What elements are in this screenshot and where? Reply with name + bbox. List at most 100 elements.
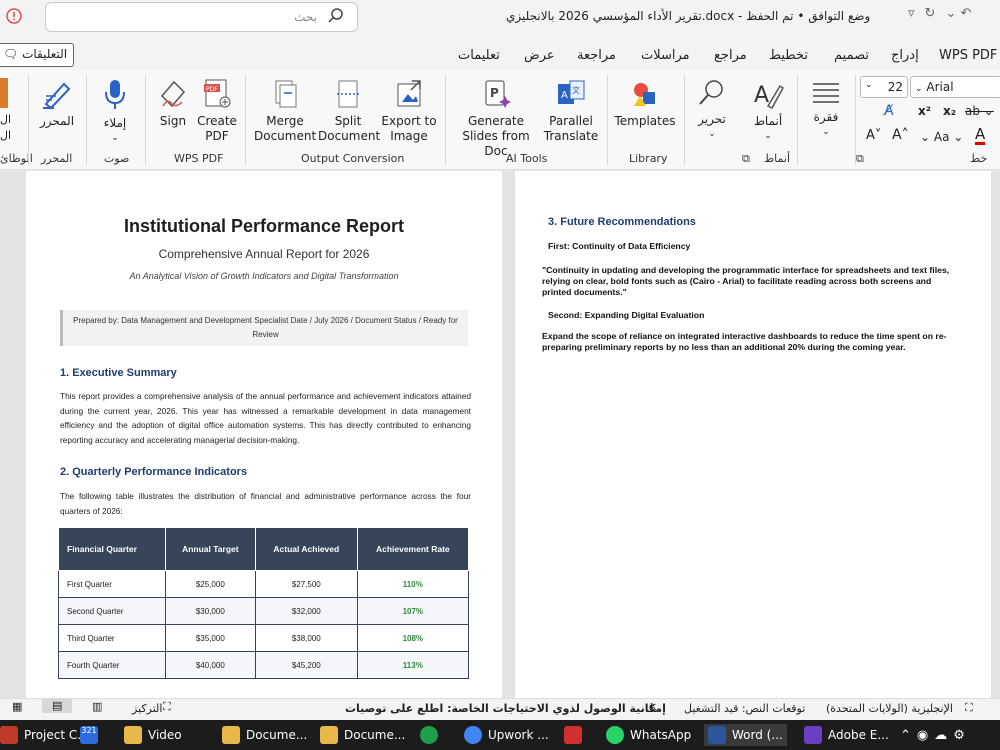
tab-wps-pdf[interactable]: WPS PDF: [939, 48, 997, 63]
create-pdf-button[interactable]: PDF Create PDF: [197, 78, 237, 144]
document-title[interactable]: تقرير الأداء المؤسسي 2026 بالانجليزي.doc…: [506, 9, 870, 23]
parallel-translate-label: Parallel Translate: [543, 114, 599, 143]
report-tagline: An Analytical Vision of Growth Indicator…: [129, 271, 399, 281]
system-tray[interactable]: ⌃ ◉ ☁ ⚙: [900, 724, 965, 746]
sign-button[interactable]: Sign: [156, 78, 190, 129]
accessibility-status[interactable]: إمكانية الوصول لذوي الاحتياجات الخاصة: ا…: [345, 702, 666, 715]
styles-launcher-icon[interactable]: ⧉: [742, 152, 750, 166]
taskbar-item-documents[interactable]: Docume...: [222, 724, 307, 746]
superscript-icon[interactable]: x²: [918, 104, 931, 119]
change-case-icon[interactable]: ⌄ Aa ⌄: [920, 130, 963, 145]
comments-label: التعليقات: [22, 47, 68, 61]
document-page-1[interactable]: Institutional Performance Report Compreh…: [26, 171, 502, 698]
edit-button[interactable]: تحرير ⌄: [692, 78, 732, 142]
font-name-select[interactable]: ⌄ Arial: [910, 76, 1000, 98]
clear-formatting-icon[interactable]: A̸: [884, 104, 894, 119]
warning-icon[interactable]: [6, 8, 22, 28]
recommendation-first-heading: First: Continuity of Data Efficiency: [548, 241, 691, 251]
create-pdf-icon: PDF: [204, 79, 231, 108]
dictate-label: إملاء: [103, 116, 127, 130]
merge-document-button[interactable]: Merge Document: [254, 78, 316, 144]
find-icon: [699, 80, 723, 105]
text-predictions-status[interactable]: توقعات النص: قيد التشغيل: [684, 702, 805, 715]
table-cell: $30,000: [164, 597, 256, 625]
partial-icon: [0, 78, 8, 108]
microphone-icon: [105, 80, 125, 109]
network-icon[interactable]: ◉: [917, 728, 928, 743]
paragraph-button[interactable]: فقرة ⌄: [806, 78, 846, 140]
styles-button[interactable]: A أنماط ⌄: [748, 78, 788, 144]
table-cell: $27,500: [254, 570, 358, 598]
comments-button[interactable]: 🗨 التعليقات: [0, 43, 74, 67]
cut-label: ال: [0, 113, 12, 126]
print-layout-icon[interactable]: ▤: [42, 698, 73, 713]
grow-font-icon[interactable]: A˄: [892, 128, 909, 143]
focus-icon: ⛶: [163, 700, 171, 713]
read-mode-icon[interactable]: ▥: [92, 700, 102, 713]
tab-review[interactable]: مراجعة: [577, 48, 616, 63]
taskbar-item-upwork-app[interactable]: [420, 724, 438, 746]
taskbar-label: Project C...: [24, 728, 89, 742]
tab-design[interactable]: تصميم: [834, 48, 869, 63]
merge-document-label: Merge Document: [254, 114, 317, 143]
tab-layout[interactable]: تخطيط: [769, 48, 808, 63]
svg-text:A: A: [754, 83, 769, 108]
font-name-value: Arial: [926, 80, 954, 94]
split-document-button[interactable]: Split Document: [318, 78, 380, 144]
chevron-up-icon[interactable]: ⌃: [900, 728, 911, 743]
customize-dropdown-icon[interactable]: ▿: [908, 6, 915, 21]
recommendation-expand-text: Expand the scope of reliance on integrat…: [542, 331, 947, 352]
editor-button[interactable]: المحرر: [38, 78, 76, 129]
strikethrough-icon[interactable]: ab ⌄: [965, 104, 994, 119]
undo-icon[interactable]: ⌄ ↶: [945, 6, 971, 21]
taskbar-item-documents-2[interactable]: Docume...: [320, 724, 405, 746]
document-page-2[interactable]: 3. Future Recommendations First: Continu…: [515, 171, 991, 698]
cloud-icon[interactable]: ☁: [934, 728, 947, 743]
tab-references[interactable]: مراجع: [714, 48, 747, 63]
taskbar-item-calendar[interactable]: 321: [80, 724, 98, 746]
cut-label: ال: [0, 129, 12, 142]
taskbar-item-word[interactable]: Word (...: [704, 724, 787, 746]
tab-help[interactable]: تعليمات: [458, 48, 500, 63]
language-status[interactable]: الإنجليزية (الولايات المتحدة): [826, 702, 953, 715]
subscript-icon[interactable]: x₂: [943, 104, 956, 119]
tab-insert[interactable]: إدراج: [891, 48, 919, 63]
wps-icon: [564, 726, 582, 744]
dictate-button[interactable]: إملاء ⌄: [98, 78, 132, 146]
focus-mode-button[interactable]: التركيز: [132, 702, 162, 715]
paragraph-launcher-icon[interactable]: ⧉: [856, 152, 864, 166]
taskbar-item-wps[interactable]: [564, 724, 582, 746]
accessibility-check-icon[interactable]: ⛶: [965, 701, 973, 715]
font-size-select[interactable]: ⌄ 22: [860, 76, 908, 98]
parallel-translate-button[interactable]: A文 Parallel Translate: [542, 78, 600, 144]
settings-icon[interactable]: ⚙: [953, 728, 965, 743]
taskbar-item-adobe[interactable]: Adobe E...: [804, 724, 889, 746]
group-label-styles: أنماط: [764, 152, 791, 165]
merge-document-icon: [275, 80, 297, 108]
templates-button[interactable]: Templates: [614, 78, 676, 129]
export-to-image-button[interactable]: Export to Image: [380, 78, 438, 144]
tab-mailings[interactable]: مراسلات: [641, 48, 690, 63]
table-cell: Fourth Quarter: [58, 651, 166, 679]
signature-icon: [160, 80, 186, 108]
search-input[interactable]: بحث: [45, 2, 358, 32]
font-color-icon[interactable]: A: [975, 126, 986, 145]
taskbar-item-whatsapp[interactable]: WhatsApp: [606, 724, 691, 746]
tab-view[interactable]: عرض: [524, 48, 555, 63]
create-pdf-label: Create PDF: [197, 114, 237, 143]
group-label-font: خط: [970, 152, 988, 165]
web-layout-icon[interactable]: ▦: [12, 700, 22, 713]
shrink-font-icon[interactable]: A˅: [866, 128, 881, 143]
table-cell: $32,000: [254, 597, 358, 625]
taskbar-item-upwork-browser[interactable]: Upwork ...: [464, 724, 549, 746]
generate-slides-button[interactable]: P Generate Slides from Doc: [452, 78, 540, 159]
upwork-icon: [420, 726, 438, 744]
chevron-down-icon: ⌄: [865, 80, 873, 90]
svg-text:PDF: PDF: [206, 86, 218, 93]
redo-icon[interactable]: ↻: [925, 6, 936, 21]
accessibility-icon: ♿: [648, 701, 658, 714]
table-header: Actual Achieved: [254, 527, 358, 571]
taskbar-item-video[interactable]: Video: [124, 724, 182, 746]
font-size-value: 22: [887, 80, 903, 94]
taskbar-item-project[interactable]: Project C...: [0, 724, 89, 746]
